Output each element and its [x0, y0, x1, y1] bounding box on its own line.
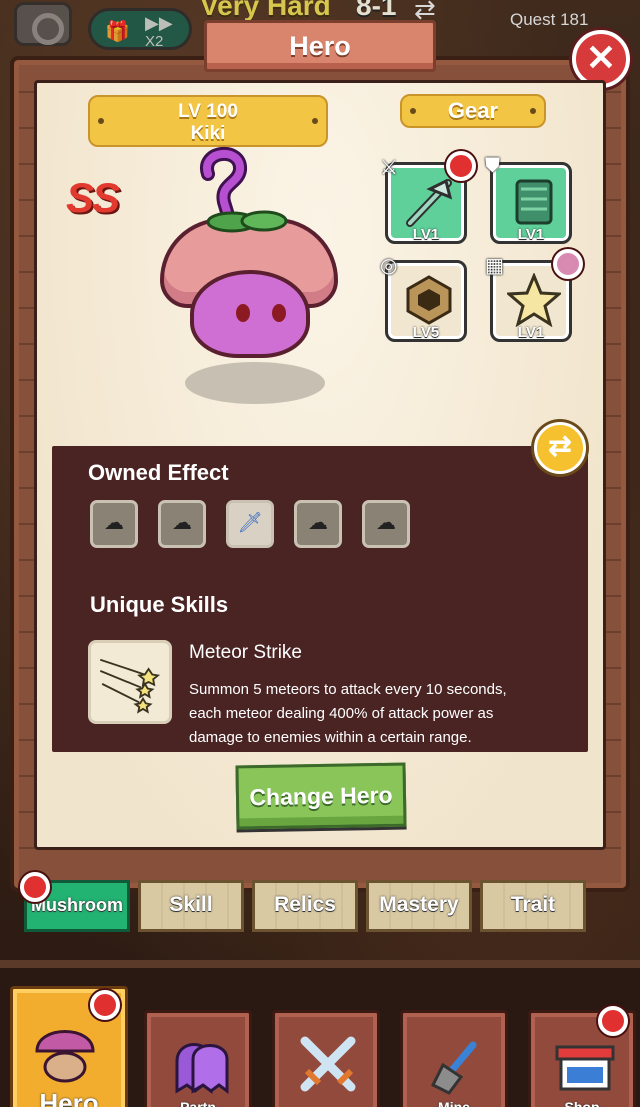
tab-label: Trait [510, 893, 556, 916]
ring-icon [406, 275, 452, 325]
alert-dot [598, 1006, 628, 1036]
hero-rank: SS [66, 174, 120, 221]
gift-icon: 🎁 [105, 21, 130, 43]
unique-skills-title: Unique Skills [90, 592, 229, 617]
hero-level: LV 100 [178, 101, 238, 122]
gear-header: Gear [400, 94, 546, 128]
hero-eye [236, 304, 250, 322]
speed-multiplier: X2 [145, 33, 164, 50]
tab-mastery[interactable]: Mastery [366, 880, 472, 932]
crossed-swords-icon [300, 1036, 356, 1092]
tab-trait[interactable]: Trait [480, 880, 586, 932]
star-icon [507, 273, 561, 327]
skill-name: Meteor Strike [189, 642, 302, 663]
fast-forward-icon: ▶▶ [145, 13, 173, 33]
stage-label: 8-1 [356, 0, 397, 21]
hero-body [190, 270, 310, 358]
lightning-cloud-icon[interactable]: ☁ [158, 500, 206, 548]
tab-label: Relics [274, 893, 336, 916]
gear-slot-weapon[interactable]: ⚔ LV1 [380, 151, 476, 244]
window-title: Hero [204, 20, 436, 72]
nav-mine[interactable]: Mine [400, 1010, 508, 1107]
settings-icon[interactable] [14, 2, 72, 46]
gear-level: LV1 [412, 226, 440, 243]
difficulty-label: Very Hard [200, 0, 331, 21]
speed-button[interactable]: 🎁 ▶▶ X2 [88, 8, 192, 50]
alert-dot [446, 151, 476, 181]
owned-effect-title: Owned Effect [88, 460, 229, 485]
lightning-cloud-icon[interactable]: ☁ [294, 500, 342, 548]
skill-description: Summon 5 meteors to attack every 10 seco… [189, 681, 507, 746]
gear-slot-armor[interactable]: ⛊ LV1 [485, 155, 572, 244]
meteor-strike-icon [99, 658, 161, 714]
shop-icon [555, 1045, 615, 1091]
alert-dot [20, 872, 50, 902]
lightning-cloud-icon[interactable]: ☁ [362, 500, 410, 548]
hero-eye [272, 304, 286, 322]
quest-label[interactable]: Quest 181 [510, 10, 588, 30]
gear-level: LV1 [517, 324, 545, 341]
nav-label: Hero [39, 1088, 99, 1107]
gear-slot-ring[interactable]: ◎ LV5 [380, 255, 467, 342]
shovel-icon [430, 1041, 477, 1095]
lightning-cloud-icon[interactable]: ☁ [90, 500, 138, 548]
alert-dot [90, 990, 120, 1020]
nav-label: Partn [180, 1099, 216, 1107]
gear-level: LV1 [517, 226, 545, 243]
nav-battle[interactable] [272, 1010, 380, 1107]
swap-button[interactable]: ⇄ [534, 422, 586, 474]
nav-label: Mine [438, 1099, 470, 1107]
hero-portrait [150, 140, 350, 410]
mushroom-hero-icon [35, 1030, 95, 1083]
gear-level: LV5 [412, 324, 440, 341]
gear-slot-relic[interactable]: ▦ LV1 [485, 249, 583, 342]
axe-icon [406, 178, 453, 227]
tab-relics[interactable]: Relics [252, 880, 358, 932]
tab-label: Skill [169, 893, 213, 916]
hero-shadow [185, 362, 325, 404]
armor-icon [515, 179, 553, 225]
tab-skill[interactable]: Skill [138, 880, 244, 932]
leaf-icon [206, 210, 288, 233]
ghost-icon [175, 1043, 229, 1094]
companion-avatar-icon [553, 249, 583, 279]
meteor-icon[interactable] [88, 640, 172, 724]
sword-icon[interactable]: 🗡 [226, 500, 274, 548]
tab-label: Mastery [379, 893, 459, 916]
nav-label: Shop [564, 1099, 600, 1107]
nav-partner[interactable]: Partn [144, 1010, 252, 1107]
change-hero-button[interactable]: Change Hero [235, 762, 407, 830]
